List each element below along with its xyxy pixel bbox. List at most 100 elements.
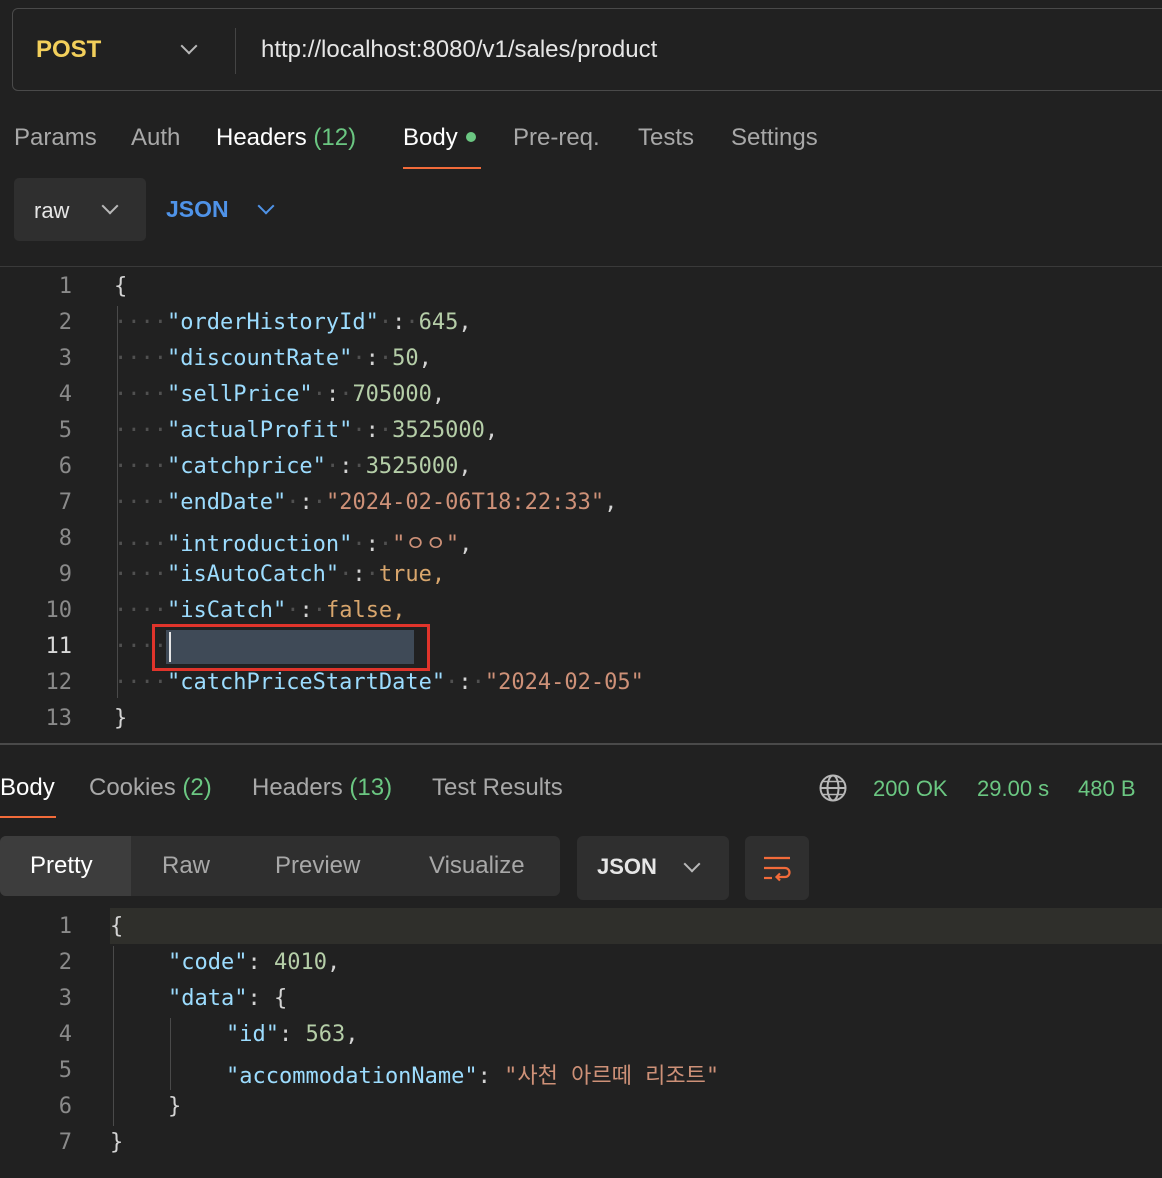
json-key: "data" bbox=[168, 986, 248, 1011]
code-line: ····"orderHistoryId"·:·645, bbox=[114, 310, 472, 335]
whitespace-dot: · bbox=[312, 598, 326, 623]
comma: , bbox=[458, 454, 472, 479]
close-brace: } bbox=[168, 1094, 182, 1119]
tab-prereq[interactable]: Pre-req. bbox=[513, 124, 600, 152]
tab-auth[interactable]: Auth bbox=[131, 124, 180, 152]
highlight-box bbox=[152, 624, 430, 671]
view-raw[interactable]: Raw bbox=[162, 852, 210, 880]
line-number: 11 bbox=[45, 634, 73, 659]
json-key: "endDate" bbox=[166, 490, 287, 515]
globe-icon[interactable] bbox=[818, 773, 848, 803]
response-time[interactable]: 29.00 s bbox=[977, 776, 1049, 802]
response-tab-body[interactable]: Body bbox=[0, 774, 55, 802]
whitespace-dot: · bbox=[352, 346, 366, 371]
open-brace: { bbox=[273, 986, 288, 1011]
line-number: 4 bbox=[58, 382, 72, 407]
code-line: { bbox=[110, 914, 123, 939]
json-key: "isCatch" bbox=[166, 598, 287, 623]
response-size[interactable]: 480 B bbox=[1078, 776, 1136, 802]
colon: : bbox=[299, 490, 313, 515]
json-value: 705000 bbox=[352, 382, 432, 407]
line-number: 5 bbox=[58, 418, 72, 443]
line-number: 9 bbox=[58, 562, 72, 587]
url-input[interactable]: http://localhost:8080/v1/sales/product bbox=[261, 36, 657, 64]
json-key: "discountRate" bbox=[166, 346, 353, 371]
code-line: ····"isCatch"·:·false, bbox=[114, 598, 405, 623]
comma: , bbox=[458, 310, 472, 335]
response-indent-guide bbox=[113, 946, 114, 1126]
whitespace-dots: ···· bbox=[114, 454, 167, 479]
response-indent-guide-inner bbox=[170, 1018, 171, 1090]
tab-tests[interactable]: Tests bbox=[638, 124, 694, 152]
line-number: 2 bbox=[58, 310, 72, 335]
code-line: ····"sellPrice"·:·705000, bbox=[114, 382, 445, 407]
view-pretty[interactable]: Pretty bbox=[30, 852, 93, 880]
whitespace-dot: · bbox=[312, 382, 326, 407]
comma: , bbox=[326, 950, 341, 975]
code-line: ····"actualProfit"·:·3525000, bbox=[114, 418, 498, 443]
json-value: "2024-02-05" bbox=[484, 670, 644, 695]
tab-params[interactable]: Params bbox=[14, 124, 97, 152]
response-tab-cookies-label: Cookies bbox=[89, 774, 176, 801]
whitespace-dots: ···· bbox=[114, 532, 167, 557]
json-value: "사천 아르떼 리조트" bbox=[504, 1064, 720, 1089]
comma: , bbox=[431, 562, 446, 587]
method-select[interactable]: POST bbox=[36, 36, 101, 64]
whitespace-dot: · bbox=[286, 598, 300, 623]
response-tab-cookies[interactable]: Cookies (2) bbox=[89, 774, 212, 802]
modified-dot-icon bbox=[465, 131, 476, 142]
line-number: 6 bbox=[58, 454, 72, 479]
comma: , bbox=[345, 1022, 359, 1047]
line-number: 1 bbox=[58, 274, 72, 299]
json-value: true bbox=[378, 562, 432, 587]
code-line: ····"isAutoCatch"·:·true, bbox=[114, 562, 445, 587]
whitespace-dot: · bbox=[325, 454, 340, 479]
json-key: "isAutoCatch" bbox=[166, 562, 340, 587]
tab-headers-label: Headers bbox=[216, 124, 307, 151]
whitespace-dot: · bbox=[352, 532, 366, 557]
tab-body-underline bbox=[403, 167, 481, 169]
line-number: 8 bbox=[58, 526, 72, 551]
whitespace-dot: · bbox=[378, 310, 393, 335]
body-format-chevron-down-icon[interactable] bbox=[257, 197, 275, 215]
editor-top-divider bbox=[0, 266, 1162, 267]
whitespace-dots: ···· bbox=[114, 562, 167, 587]
body-format-select[interactable]: JSON bbox=[166, 196, 229, 223]
comma: , bbox=[431, 382, 446, 407]
comma: , bbox=[459, 532, 473, 557]
json-key: "id" bbox=[226, 1022, 279, 1047]
whitespace-dot: · bbox=[471, 670, 485, 695]
code-line: } bbox=[110, 1130, 123, 1155]
line-number: 1 bbox=[58, 914, 72, 939]
line-number: 10 bbox=[45, 598, 73, 623]
tab-settings[interactable]: Settings bbox=[731, 124, 818, 152]
open-brace: { bbox=[110, 914, 124, 939]
json-key: "introduction" bbox=[166, 532, 353, 557]
close-brace: } bbox=[114, 706, 128, 731]
whitespace-dot: · bbox=[339, 382, 353, 407]
tab-headers-count: (12) bbox=[313, 124, 357, 151]
response-tab-test-results[interactable]: Test Results bbox=[432, 774, 563, 802]
tab-body-label: Body bbox=[403, 124, 458, 151]
code-line: ····"discountRate"·:·50, bbox=[114, 346, 432, 371]
code-line: ····"introduction"·:·"ㅇㅇ", bbox=[114, 526, 472, 558]
colon: : bbox=[477, 1064, 505, 1089]
whitespace-dot: · bbox=[286, 490, 300, 515]
response-tab-headers[interactable]: Headers (13) bbox=[252, 774, 392, 802]
view-visualize[interactable]: Visualize bbox=[429, 852, 525, 880]
tab-body[interactable]: Body bbox=[403, 124, 476, 152]
colon: : bbox=[247, 986, 274, 1011]
open-brace: { bbox=[114, 274, 128, 299]
colon: : bbox=[365, 418, 379, 443]
pane-divider[interactable] bbox=[0, 743, 1162, 745]
line-number: 13 bbox=[45, 706, 73, 731]
code-line: ····"catchprice"·:·3525000, bbox=[114, 454, 472, 479]
whitespace-dot: · bbox=[312, 490, 326, 515]
comma: , bbox=[604, 490, 618, 515]
view-preview[interactable]: Preview bbox=[275, 852, 360, 880]
whitespace-dot: · bbox=[378, 346, 393, 371]
response-status[interactable]: 200 OK bbox=[873, 776, 948, 802]
line-number: 3 bbox=[58, 986, 72, 1011]
tab-headers[interactable]: Headers (12) bbox=[216, 124, 356, 152]
code-line: "accommodationName": "사천 아르떼 리조트" bbox=[226, 1058, 719, 1090]
